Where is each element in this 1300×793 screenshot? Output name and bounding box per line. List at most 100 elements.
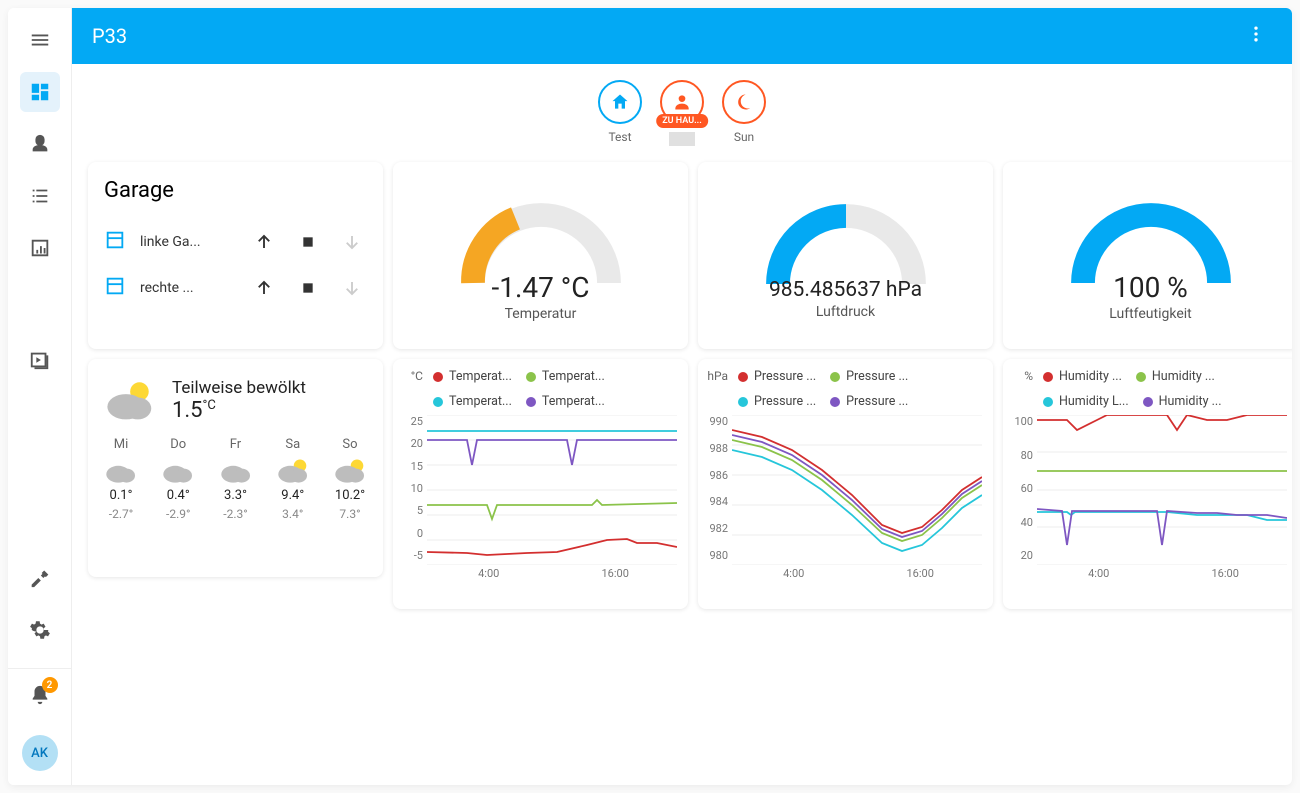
legend-item[interactable]: Pressure ... — [738, 369, 816, 384]
header: P33 — [72, 8, 1292, 64]
gauge-pressure-label: Luftdruck — [816, 304, 875, 320]
chart-humidity-legend: Humidity ... Humidity ... Humidity L... Hum… — [1043, 369, 1290, 409]
gauge-humidity-label: Luftfeutigkeit — [1109, 306, 1191, 322]
badge-test[interactable]: Test — [598, 80, 642, 146]
list-icon — [29, 185, 51, 207]
chart-temp-yaxis: 2520151050-5 — [397, 415, 427, 580]
gauge-temp-value: -1.47 °C — [492, 271, 590, 304]
moon-icon — [734, 92, 754, 112]
badge-sun-label: Sun — [734, 130, 754, 144]
arrow-down-icon — [343, 279, 361, 297]
sidebar-item-dashboard[interactable] — [20, 72, 60, 112]
garage-left-stop[interactable] — [293, 227, 323, 257]
sidebar-item-logbook[interactable] — [20, 176, 60, 216]
legend-item[interactable]: Humidity ... — [1143, 394, 1222, 409]
garage-row-left: linke Ga... — [104, 219, 367, 265]
cloud-icon — [276, 456, 310, 484]
garage-right-label[interactable]: rechte ... — [140, 280, 235, 296]
garage-door-icon — [104, 229, 126, 255]
forecast-day: So 10.2°7.3° — [333, 437, 367, 521]
gauge-humidity-value: 100 % — [1113, 271, 1188, 304]
legend-item[interactable]: Pressure ... — [738, 394, 816, 409]
legend-item[interactable]: Temperat... — [526, 394, 605, 409]
chart-pressure-legend: Pressure ... Pressure ... Pressure ... Pres… — [738, 369, 985, 409]
chart-temp-card[interactable]: °C Temperat...Temperat...Temperat...Temp… — [393, 359, 688, 609]
weather-temp: 1.5 — [172, 398, 203, 423]
garage-right-stop[interactable] — [293, 273, 323, 303]
chart-pressure-plot — [732, 415, 982, 565]
page-title: P33 — [92, 24, 127, 48]
cloud-icon — [333, 456, 367, 484]
chart-humidity-plot — [1037, 415, 1287, 565]
chart-humidity-axis: % — [1007, 369, 1037, 383]
play-box-icon — [29, 349, 51, 371]
legend-item[interactable]: Pressure ... — [830, 369, 908, 384]
weather-temp-unit: °C — [203, 398, 216, 413]
dashboard-icon — [29, 81, 51, 103]
legend-item[interactable]: Humidity ... — [1043, 369, 1122, 384]
badge-person-label — [669, 132, 695, 146]
gauge-pressure-value: 985.485637 hPa — [769, 278, 922, 302]
stop-icon — [301, 235, 315, 249]
gauge-temp-card[interactable]: -1.47 °C Temperatur — [393, 162, 688, 349]
garage-right-down[interactable] — [337, 273, 367, 303]
sidebar-item-settings[interactable] — [20, 610, 60, 650]
legend-item[interactable]: Humidity L... — [1043, 394, 1129, 409]
weather-condition: Teilweise bewölkt — [172, 378, 306, 398]
chart-bar-icon — [29, 237, 51, 259]
header-more-button[interactable] — [1240, 18, 1272, 54]
sidebar-item-map[interactable] — [20, 124, 60, 164]
legend-item[interactable]: Temperat... — [433, 369, 512, 384]
chart-humidity-xaxis: 4:0016:00 — [1037, 567, 1290, 580]
forecast-day: Mi 0.1°-2.7° — [104, 437, 138, 521]
gauge-temp-label: Temperatur — [505, 306, 577, 322]
arrow-up-icon — [255, 233, 273, 251]
chart-temp-legend: Temperat... Temperat... Temperat... Tempera… — [433, 369, 680, 409]
hamburger-icon — [29, 29, 51, 51]
notifications-button[interactable]: 2 — [20, 675, 60, 715]
chart-humidity-yaxis: 10080604020 — [1007, 415, 1037, 580]
menu-button[interactable] — [20, 20, 60, 60]
user-avatar[interactable]: AK — [22, 735, 58, 771]
notification-count: 2 — [42, 677, 58, 693]
stop-icon — [301, 281, 315, 295]
forecast-day: Sa 9.4°3.4° — [276, 437, 310, 521]
badge-test-label: Test — [608, 130, 631, 144]
garage-left-label[interactable]: linke Ga... — [140, 234, 235, 250]
legend-item[interactable]: Temperat... — [526, 369, 605, 384]
badge-row: Test ZU HAU... Sun — [88, 80, 1276, 146]
garage-right-up[interactable] — [249, 273, 279, 303]
badge-sun[interactable]: Sun — [722, 80, 766, 146]
cloud-icon — [161, 456, 195, 484]
arrow-down-icon — [343, 233, 361, 251]
person-pin-icon — [29, 133, 51, 155]
person-icon — [672, 92, 692, 112]
chart-pressure-card[interactable]: hPa Pressure ...Pressure ...Pressure ...… — [698, 359, 993, 609]
garage-row-right: rechte ... — [104, 265, 367, 311]
gauge-pressure-card[interactable]: 985.485637 hPa Luftdruck — [698, 162, 993, 349]
chart-temp-axis: °C — [397, 369, 427, 383]
sidebar-item-devtools[interactable] — [20, 558, 60, 598]
chart-humidity-card[interactable]: % Humidity ...Humidity ...Humidity L...H… — [1003, 359, 1292, 609]
sidebar-item-history[interactable] — [20, 228, 60, 268]
sidebar-item-media[interactable] — [20, 340, 60, 380]
badge-person[interactable]: ZU HAU... — [660, 80, 704, 146]
forecast-day: Fr 3.3°-2.3° — [219, 437, 253, 521]
forecast-day: Do 0.4°-2.9° — [161, 437, 195, 521]
sidebar: 2 AK — [8, 8, 72, 785]
home-icon — [610, 92, 630, 112]
gear-icon — [29, 619, 51, 641]
gauge-humidity-card[interactable]: 100 % Luftfeutigkeit — [1003, 162, 1292, 349]
badge-person-chip: ZU HAU... — [656, 114, 708, 128]
arrow-up-icon — [255, 279, 273, 297]
cloud-sun-icon — [104, 375, 158, 425]
garage-left-up[interactable] — [249, 227, 279, 257]
weather-card[interactable]: Teilweise bewölkt 1.5°C Mi 0.1°-2.7° Do 0… — [88, 359, 383, 577]
legend-item[interactable]: Temperat... — [433, 394, 512, 409]
legend-item[interactable]: Humidity ... — [1136, 369, 1215, 384]
legend-item[interactable]: Pressure ... — [830, 394, 908, 409]
garage-door-icon — [104, 275, 126, 301]
garage-left-down[interactable] — [337, 227, 367, 257]
chart-pressure-axis: hPa — [702, 369, 732, 383]
garage-card: Garage linke Ga... rechte ... — [88, 162, 383, 349]
